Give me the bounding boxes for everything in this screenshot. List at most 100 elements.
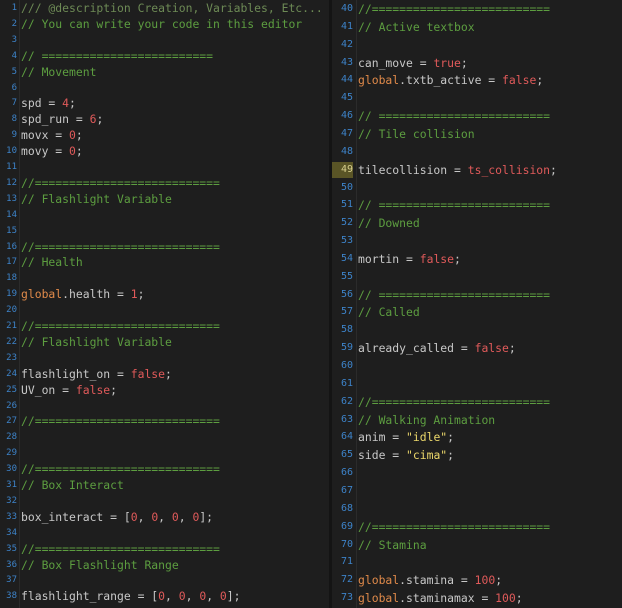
code-line[interactable]: 42 bbox=[332, 37, 622, 53]
code-token: movx bbox=[21, 128, 49, 143]
code-line[interactable]: 4 // ========================= bbox=[0, 48, 329, 64]
code-line[interactable]: 67 bbox=[332, 483, 622, 499]
code-line[interactable]: 35 //=========================== bbox=[0, 541, 329, 557]
code-line[interactable]: 40 //========================== bbox=[332, 1, 622, 17]
code-line[interactable]: 15 bbox=[0, 223, 329, 239]
code-token: ; bbox=[447, 448, 455, 463]
code-line[interactable]: 66 bbox=[332, 465, 622, 481]
code-token: // Health bbox=[21, 255, 83, 270]
code-line[interactable]: 24 flashlight_on = false; bbox=[0, 366, 329, 382]
code-line[interactable]: 48 bbox=[332, 144, 622, 160]
code-line[interactable]: 63 // Walking Animation bbox=[332, 412, 622, 428]
code-line[interactable]: 51 // ========================= bbox=[332, 197, 622, 213]
code-line[interactable]: 19 global.health = 1; bbox=[0, 286, 329, 302]
code-line[interactable]: 44 global.txtb_active = false; bbox=[332, 72, 622, 88]
code-line[interactable]: 7 spd = 4; bbox=[0, 95, 329, 111]
code-line[interactable]: 29 bbox=[0, 445, 329, 461]
code-token: box_interact bbox=[21, 509, 104, 524]
code-line[interactable]: 61 bbox=[332, 376, 622, 392]
code-line[interactable]: 54 mortin = false; bbox=[332, 251, 622, 267]
code-token: = bbox=[481, 73, 503, 88]
code-line[interactable]: 47 // Tile collision bbox=[332, 126, 622, 142]
code-token: = bbox=[110, 366, 131, 381]
code-line[interactable]: 3 bbox=[0, 32, 329, 48]
code-line[interactable]: 72 global.stamina = 100; bbox=[332, 572, 622, 588]
code-line[interactable]: 68 bbox=[332, 501, 622, 517]
code-line[interactable]: 16 //=========================== bbox=[0, 239, 329, 255]
code-line[interactable]: 52 // Downed bbox=[332, 215, 622, 231]
code-line[interactable]: 12 //=========================== bbox=[0, 175, 329, 191]
code-line[interactable]: 62 //========================== bbox=[332, 394, 622, 410]
code-line[interactable]: 20 bbox=[0, 302, 329, 318]
code-line[interactable]: 11 bbox=[0, 159, 329, 175]
code-line[interactable]: 6 bbox=[0, 80, 329, 96]
code-line[interactable]: 56 // ========================= bbox=[332, 287, 622, 303]
code-line[interactable]: 13 // Flashlight Variable bbox=[0, 191, 329, 207]
code-line[interactable]: 70 // Stamina bbox=[332, 537, 622, 553]
code-line[interactable]: 1 /// @description Creation, Variables, E… bbox=[0, 0, 329, 16]
code-line[interactable]: 38 flashlight_range = [0, 0, 0, 0]; bbox=[0, 588, 329, 604]
editor-pane-right[interactable]: 40 //========================== 41 // Activ… bbox=[332, 0, 622, 608]
code-line[interactable]: 55 bbox=[332, 269, 622, 285]
code-token: false bbox=[474, 341, 509, 356]
code-line[interactable]: 27 //=========================== bbox=[0, 413, 329, 429]
code-line[interactable]: 31 // Box Interact bbox=[0, 477, 329, 493]
line-number: 22 bbox=[6, 336, 17, 347]
code-line[interactable]: 28 bbox=[0, 429, 329, 445]
code-token: ; bbox=[96, 112, 104, 127]
code-token: // Movement bbox=[21, 64, 97, 79]
line-number: 5 bbox=[11, 66, 17, 77]
code-line[interactable]: 69 //========================== bbox=[332, 519, 622, 535]
code-text: movx = 0; bbox=[21, 127, 83, 143]
code-line[interactable]: 8 spd_run = 6; bbox=[0, 111, 329, 127]
code-line[interactable]: 34 bbox=[0, 525, 329, 541]
code-line[interactable]: 59 already_called = false; bbox=[332, 340, 622, 356]
code-line[interactable]: 23 bbox=[0, 350, 329, 366]
line-number: 51 bbox=[340, 199, 353, 211]
code-line[interactable]: 22 // Flashlight Variable bbox=[0, 334, 329, 350]
line-number: 58 bbox=[340, 324, 353, 336]
code-line[interactable]: 17 // Health bbox=[0, 254, 329, 270]
code-line[interactable]: 57 // Called bbox=[332, 304, 622, 320]
code-line[interactable]: 53 bbox=[332, 233, 622, 249]
code-line[interactable]: 21 //=========================== bbox=[0, 318, 329, 334]
code-line[interactable]: 30 //=========================== bbox=[0, 461, 329, 477]
code-text: //=========================== bbox=[21, 239, 220, 255]
code-line[interactable]: 5 // Movement bbox=[0, 64, 329, 80]
editor-pane-left[interactable]: 1 /// @description Creation, Variables, E… bbox=[0, 0, 329, 608]
code-line[interactable]: 71 bbox=[332, 554, 622, 570]
line-number: 44 bbox=[340, 74, 353, 86]
code-line[interactable]: 10 movy = 0; bbox=[0, 143, 329, 159]
code-line[interactable]: 73 global.staminamax = 100; bbox=[332, 590, 622, 606]
code-line[interactable]: 25 UV_on = false; bbox=[0, 382, 329, 398]
code-line[interactable]: 58 bbox=[332, 322, 622, 338]
code-token: = bbox=[454, 573, 475, 588]
code-text: tilecollision = ts_collision; bbox=[358, 162, 557, 178]
line-number: 26 bbox=[6, 400, 17, 411]
line-number: 67 bbox=[340, 484, 353, 496]
code-line[interactable]: 14 bbox=[0, 207, 329, 223]
code-text: //=========================== bbox=[21, 175, 220, 191]
code-line[interactable]: 43 can_move = true; bbox=[332, 55, 622, 71]
code-line[interactable]: 9 movx = 0; bbox=[0, 127, 329, 143]
code-line[interactable]: 18 bbox=[0, 270, 329, 286]
code-line[interactable]: 41 // Active textbox bbox=[332, 19, 622, 35]
code-line[interactable]: 49 tilecollision = ts_collision; bbox=[332, 161, 622, 178]
code-line[interactable]: 45 bbox=[332, 90, 622, 106]
code-token: 0 bbox=[219, 589, 227, 604]
code-line[interactable]: 37 bbox=[0, 572, 329, 588]
code-line[interactable]: 50 bbox=[332, 180, 622, 196]
code-line[interactable]: 32 bbox=[0, 493, 329, 509]
code-token: //=========================== bbox=[21, 541, 220, 556]
code-line[interactable]: 36 // Box Flashlight Range bbox=[0, 557, 329, 573]
code-line[interactable]: 33 box_interact = [0, 0, 0, 0]; bbox=[0, 509, 329, 525]
code-line[interactable]: 2 // You can write your code in this edit… bbox=[0, 16, 329, 32]
line-number: 45 bbox=[340, 92, 353, 104]
code-line[interactable]: 64 anim = "idle"; bbox=[332, 429, 622, 445]
code-line[interactable]: 65 side = "cima"; bbox=[332, 447, 622, 463]
code-line[interactable]: 26 bbox=[0, 398, 329, 414]
code-line[interactable]: 60 bbox=[332, 358, 622, 374]
code-token: false bbox=[75, 382, 111, 397]
line-number: 8 bbox=[11, 114, 17, 125]
code-line[interactable]: 46 // ========================= bbox=[332, 108, 622, 124]
